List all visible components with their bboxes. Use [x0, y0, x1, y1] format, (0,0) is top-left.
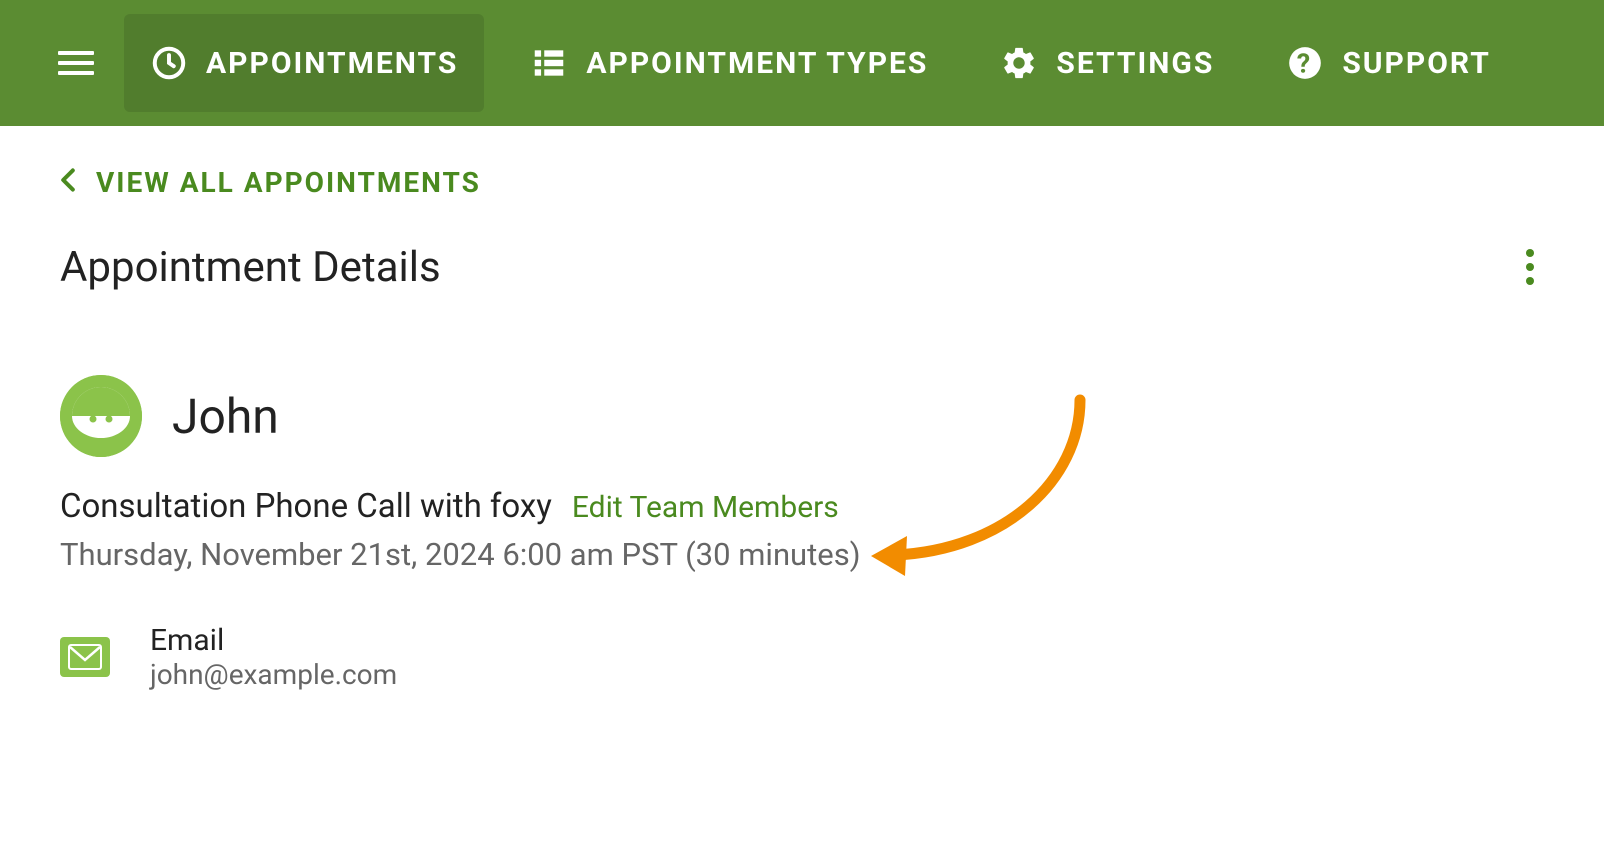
nav-label: SUPPORT: [1342, 46, 1491, 81]
nav-label: SETTINGS: [1056, 46, 1214, 81]
email-icon: [60, 637, 110, 677]
svg-text:?: ?: [1297, 48, 1314, 80]
help-icon: ?: [1286, 44, 1324, 82]
gear-icon: [1000, 44, 1038, 82]
nav-label: APPOINTMENTS: [206, 46, 458, 81]
appointment-datetime: Thursday, November 21st, 2024 6:00 am PS…: [60, 536, 1544, 573]
list-icon: [530, 44, 568, 82]
user-avatar: [60, 375, 142, 457]
page-title: Appointment Details: [60, 243, 441, 292]
edit-team-members-link[interactable]: Edit Team Members: [572, 490, 839, 525]
nav-support[interactable]: ? SUPPORT: [1260, 14, 1517, 112]
hamburger-menu-button[interactable]: [48, 41, 104, 85]
chevron-left-icon: [60, 167, 76, 199]
clock-icon: [150, 44, 188, 82]
email-label: Email: [150, 623, 397, 658]
nav-appointment-types[interactable]: APPOINTMENT TYPES: [504, 14, 954, 112]
back-link-label: VIEW ALL APPOINTMENTS: [96, 166, 481, 199]
user-name: John: [172, 388, 279, 445]
back-to-appointments-link[interactable]: VIEW ALL APPOINTMENTS: [60, 166, 1544, 199]
nav-label: APPOINTMENT TYPES: [586, 46, 928, 81]
more-options-button[interactable]: [1516, 239, 1544, 295]
nav-settings[interactable]: SETTINGS: [974, 14, 1240, 112]
email-value: john@example.com: [150, 658, 397, 691]
nav-appointments[interactable]: APPOINTMENTS: [124, 14, 484, 112]
appointment-title: Consultation Phone Call with foxy: [60, 487, 552, 526]
top-navigation: APPOINTMENTS APPOINTMENT TYPES SETTINGS …: [0, 0, 1604, 126]
